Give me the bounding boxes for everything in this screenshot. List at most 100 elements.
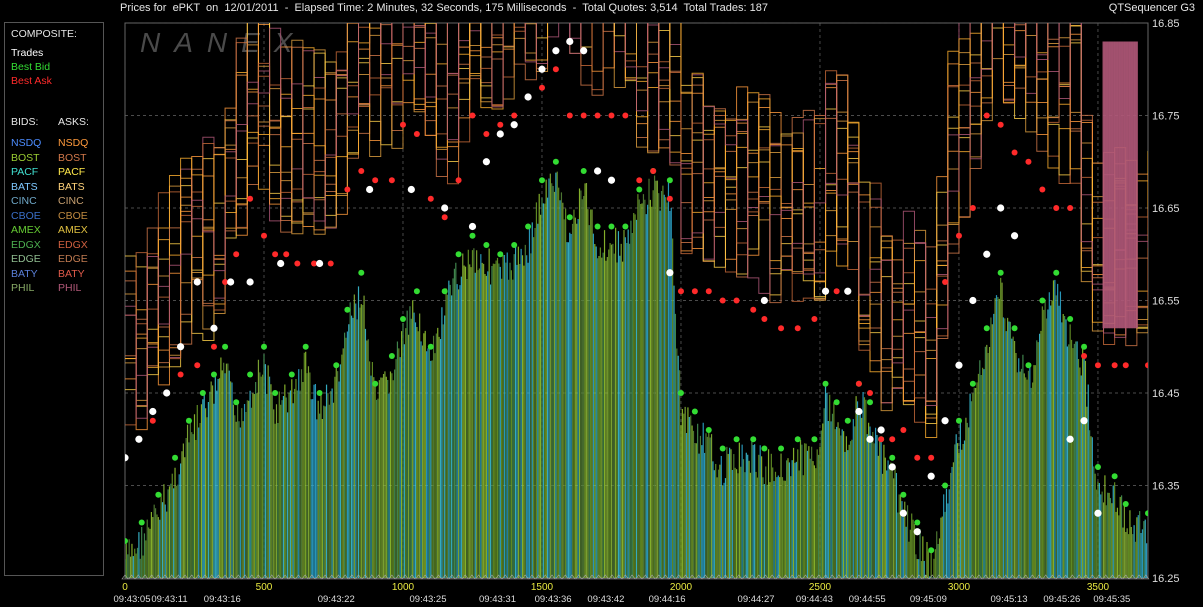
trade-point xyxy=(468,222,477,231)
best-ask-point xyxy=(997,121,1004,128)
best-bid-point xyxy=(1145,510,1148,517)
best-bid-point xyxy=(1039,297,1046,304)
best-bid-point xyxy=(441,288,448,295)
best-bid-point xyxy=(1111,473,1118,480)
best-bid-point xyxy=(185,417,192,424)
trade-point xyxy=(927,472,935,480)
x-tick-seq: 0 xyxy=(122,582,128,593)
trade-point xyxy=(315,259,324,268)
best-ask-point xyxy=(811,316,818,322)
trade-point xyxy=(941,417,949,425)
best-bid-point xyxy=(677,390,684,396)
trade-point xyxy=(913,528,921,536)
best-ask-point xyxy=(272,251,279,258)
x-tick-time: 09:45:26 xyxy=(1043,594,1080,605)
best-bid-point xyxy=(344,306,351,313)
best-bid-point xyxy=(125,538,128,544)
best-bid-point xyxy=(889,454,896,461)
best-ask-point xyxy=(889,436,896,443)
best-bid-point xyxy=(272,390,279,396)
best-ask-point xyxy=(283,251,290,258)
best-bid-point xyxy=(969,380,976,387)
best-bid-point xyxy=(822,380,829,387)
best-bid-point xyxy=(622,223,629,230)
best-ask-point xyxy=(344,186,351,193)
best-ask-point xyxy=(719,297,726,304)
best-bid-point xyxy=(210,371,217,378)
best-bid-point xyxy=(199,390,206,396)
best-ask-point xyxy=(622,112,629,119)
trade-point xyxy=(524,93,532,101)
trade-point xyxy=(482,158,490,166)
best-ask-point xyxy=(538,84,545,91)
best-bid-point xyxy=(372,380,379,387)
best-bid-point xyxy=(333,362,340,369)
best-bid-point xyxy=(316,390,323,396)
trade-point xyxy=(1080,417,1088,425)
best-ask-point xyxy=(1081,353,1088,359)
best-ask-point xyxy=(928,454,935,461)
best-ask-point xyxy=(867,390,874,396)
best-ask-point xyxy=(327,260,334,267)
best-bid-point xyxy=(811,436,818,443)
best-ask-point xyxy=(1094,362,1101,369)
x-tick-time: 09:45:09 xyxy=(910,594,947,605)
best-ask-point xyxy=(1039,186,1046,193)
x-axis: 0 500 1000 1500 2000 2500 3000 350009:43:05 09:4… xyxy=(114,574,1150,605)
best-ask-point xyxy=(194,362,201,369)
best-ask-point xyxy=(149,417,156,424)
y-tick-label: 16.45 xyxy=(1152,388,1180,400)
price-chart: NANEX 16.25 16.35 16.45 16.55 16.65 16.75 16.8… xyxy=(114,18,1180,605)
best-bid-point xyxy=(1081,343,1088,350)
x-tick-time: 09:44:27 xyxy=(738,594,775,605)
trade-point xyxy=(210,324,218,332)
best-bid-point xyxy=(928,547,935,554)
trade-point xyxy=(955,361,963,369)
best-ask-point xyxy=(399,121,406,128)
best-bid-point xyxy=(302,343,309,350)
best-bid-point xyxy=(172,454,179,461)
best-bid-point xyxy=(538,177,545,184)
best-ask-point xyxy=(778,325,785,332)
best-ask-point xyxy=(441,214,448,221)
trade-point xyxy=(149,407,157,416)
trade-point xyxy=(538,65,546,73)
trade-point xyxy=(760,296,768,305)
best-bid-point xyxy=(794,436,801,443)
best-ask-point xyxy=(733,297,740,304)
best-bid-point xyxy=(288,371,295,378)
best-bid-point xyxy=(138,519,145,526)
best-bid-point xyxy=(914,519,921,526)
best-bid-point xyxy=(222,343,229,350)
best-ask-point xyxy=(914,454,921,461)
trade-point xyxy=(844,287,852,295)
y-tick-label: 16.85 xyxy=(1152,18,1180,30)
best-ask-point xyxy=(413,131,420,137)
watermark-text: NANEX xyxy=(140,27,306,58)
best-ask-point xyxy=(1011,149,1018,156)
best-ask-point xyxy=(580,112,587,119)
best-ask-point xyxy=(900,427,907,433)
best-bid-point xyxy=(233,399,240,406)
x-tick-time: 09:44:43 xyxy=(796,594,833,605)
x-tick-time: 09:43:25 xyxy=(410,594,447,605)
best-ask-point xyxy=(955,232,962,239)
trade-point xyxy=(227,278,235,286)
best-bid-point xyxy=(388,353,395,359)
trade-point xyxy=(866,435,874,443)
best-ask-point xyxy=(855,380,862,387)
best-ask-point xyxy=(566,112,573,119)
trade-point xyxy=(135,435,143,443)
best-bid-point xyxy=(636,186,643,193)
best-ask-point xyxy=(942,279,949,285)
best-bid-point xyxy=(1122,501,1129,507)
best-bid-point xyxy=(155,491,162,498)
trade-point xyxy=(580,47,588,55)
best-ask-point xyxy=(455,177,462,184)
x-tick-seq: 500 xyxy=(256,582,273,593)
trade-point xyxy=(1010,232,1019,240)
trade-point xyxy=(821,287,830,295)
x-tick-time: 09:43:36 xyxy=(535,594,572,605)
x-tick-time: 09:45:35 xyxy=(1093,594,1130,605)
best-bid-point xyxy=(1011,325,1018,332)
